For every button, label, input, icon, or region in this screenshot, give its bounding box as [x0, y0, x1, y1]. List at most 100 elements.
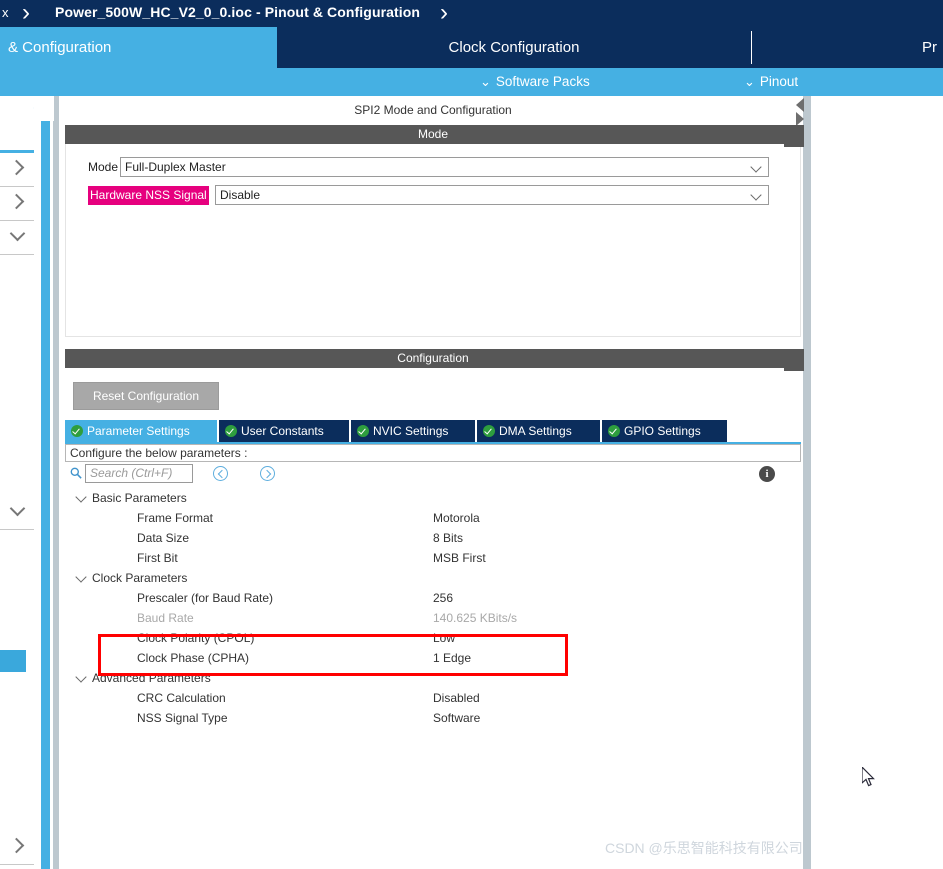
- check-circle-icon: [357, 425, 369, 437]
- param-value: Motorola: [433, 511, 480, 525]
- chevron-down-icon: ⌄: [480, 74, 491, 89]
- configure-note: Configure the below parameters :: [65, 444, 801, 462]
- param-name: Baud Rate: [137, 611, 194, 625]
- mode-select[interactable]: Full-Duplex Master: [120, 157, 769, 177]
- param-value: MSB First: [433, 551, 486, 565]
- sidebar-scrollbar[interactable]: [41, 96, 50, 869]
- param-name: Prescaler (for Baud Rate): [137, 591, 274, 605]
- main-tabstrip: & Configuration Clock Configuration Pr: [0, 27, 943, 68]
- sidebar-item-5[interactable]: [0, 831, 34, 865]
- chevron-right-icon: [262, 469, 272, 478]
- table-row[interactable]: First Bit MSB First: [65, 548, 801, 568]
- table-row[interactable]: Frame Format Motorola: [65, 508, 801, 528]
- group-clock-parameters-label: Clock Parameters: [92, 571, 188, 585]
- sidebar-selected-item[interactable]: [0, 650, 26, 672]
- search-next-button[interactable]: [260, 466, 275, 481]
- menu-software-packs[interactable]: ⌄ Software Packs: [480, 68, 590, 96]
- content-scrollbar[interactable]: [803, 96, 811, 869]
- tab-gpio-settings[interactable]: GPIO Settings: [602, 420, 727, 442]
- group-basic-parameters[interactable]: Basic Parameters: [75, 488, 187, 508]
- reset-configuration-button[interactable]: Reset Configuration: [73, 382, 219, 410]
- check-circle-icon: [71, 425, 83, 437]
- chevron-down-icon: [9, 225, 26, 242]
- tab-dma-settings-label: DMA Settings: [499, 424, 572, 438]
- mode-section-edge: [784, 125, 804, 147]
- config-section-edge: [784, 349, 804, 371]
- param-name: First Bit: [137, 551, 178, 565]
- tab-clock-configuration[interactable]: Clock Configuration: [277, 27, 751, 68]
- tab-user-constants-label: User Constants: [241, 424, 324, 438]
- search-placeholder: Search (Ctrl+F): [90, 466, 173, 480]
- table-row[interactable]: Clock Phase (CPHA) 1 Edge: [65, 648, 801, 668]
- mouse-cursor: [862, 767, 875, 787]
- scroll-expand-right-icon[interactable]: [796, 112, 804, 126]
- left-sidebar: [0, 96, 34, 869]
- param-value: 8 Bits: [433, 531, 464, 545]
- group-advanced-parameters[interactable]: Advanced Parameters: [75, 668, 211, 688]
- tab-nvic-settings[interactable]: NVIC Settings: [351, 420, 475, 442]
- check-circle-icon: [483, 425, 495, 437]
- param-name: NSS Signal Type: [137, 711, 228, 725]
- tab-project-manager[interactable]: Pr: [752, 27, 943, 68]
- tab-user-constants[interactable]: User Constants: [219, 420, 349, 442]
- group-basic-parameters-label: Basic Parameters: [92, 491, 187, 505]
- menu-pinout-label: Pinout: [759, 74, 799, 89]
- sidebar-divider-top-gap: [34, 96, 54, 121]
- breadcrumb-separator-icon: ›: [22, 0, 30, 26]
- sidebar-item-3[interactable]: [0, 221, 34, 255]
- info-icon[interactable]: i: [759, 466, 775, 482]
- tab-parameter-settings[interactable]: Parameter Settings: [65, 420, 217, 442]
- page-title: SPI2 Mode and Configuration: [65, 100, 801, 121]
- search-icon: [70, 467, 82, 479]
- tab-pinout-configuration[interactable]: & Configuration: [0, 27, 277, 68]
- search-input[interactable]: Search (Ctrl+F): [85, 464, 193, 483]
- sidebar-item-4[interactable]: [0, 496, 34, 530]
- hardware-nss-signal-value: Disable: [220, 188, 261, 202]
- chevron-down-icon: [750, 161, 762, 173]
- watermark: CSDN @乐思智能科技有限公司: [605, 840, 803, 856]
- table-row[interactable]: Data Size 8 Bits: [65, 528, 801, 548]
- tab-dma-settings[interactable]: DMA Settings: [477, 420, 600, 442]
- mode-select-value: Full-Duplex Master: [125, 160, 226, 174]
- close-icon[interactable]: x: [2, 5, 9, 21]
- chevron-right-icon: [8, 193, 25, 210]
- mode-field-label: Mode: [88, 160, 119, 174]
- chevron-down-icon: ⌄: [744, 74, 755, 89]
- chevron-down-icon: [75, 671, 87, 683]
- hardware-nss-signal-label: Hardware NSS Signal: [88, 186, 209, 205]
- param-value: 1 Edge: [433, 651, 472, 665]
- table-row[interactable]: NSS Signal Type Software: [65, 708, 801, 728]
- chevron-down-icon: [9, 500, 26, 517]
- tab-gpio-settings-label: GPIO Settings: [624, 424, 701, 438]
- param-value: Disabled: [433, 691, 480, 705]
- chevron-down-icon: [75, 491, 87, 503]
- table-row[interactable]: CRC Calculation Disabled: [65, 688, 801, 708]
- breadcrumb-title[interactable]: Power_500W_HC_V2_0_0.ioc - Pinout & Conf…: [55, 4, 420, 20]
- chevron-right-icon: [8, 159, 25, 176]
- param-name: Data Size: [137, 531, 190, 545]
- check-circle-icon: [608, 425, 620, 437]
- chevron-left-icon: [217, 469, 227, 478]
- tab-parameter-settings-label: Parameter Settings: [87, 424, 190, 438]
- sidebar-item-2[interactable]: [0, 187, 34, 221]
- chevron-down-icon: [75, 571, 87, 583]
- param-name: Frame Format: [137, 511, 214, 525]
- hardware-nss-signal-select[interactable]: Disable: [215, 185, 769, 205]
- param-value: Low: [433, 631, 456, 645]
- group-advanced-parameters-label: Advanced Parameters: [92, 671, 211, 685]
- sidebar-header: [0, 96, 34, 153]
- search-prev-button[interactable]: [213, 466, 228, 481]
- param-value: 256: [433, 591, 454, 605]
- menu-pinout[interactable]: ⌄ Pinout: [744, 68, 798, 96]
- table-row: Baud Rate 140.625 KBits/s: [65, 608, 801, 628]
- table-row[interactable]: Clock Polarity (CPOL) Low: [65, 628, 801, 648]
- table-row[interactable]: Prescaler (for Baud Rate) 256: [65, 588, 801, 608]
- sub-toolbar: ⌄ Software Packs ⌄ Pinout: [0, 68, 943, 96]
- param-name: Clock Polarity (CPOL): [137, 631, 255, 645]
- sidebar-item-1[interactable]: [0, 153, 34, 187]
- mode-section-header: Mode: [65, 125, 801, 144]
- tab-nvic-settings-label: NVIC Settings: [373, 424, 449, 438]
- configuration-section-header: Configuration: [65, 349, 801, 368]
- group-clock-parameters[interactable]: Clock Parameters: [75, 568, 187, 588]
- scroll-collapse-left-icon[interactable]: [796, 98, 804, 112]
